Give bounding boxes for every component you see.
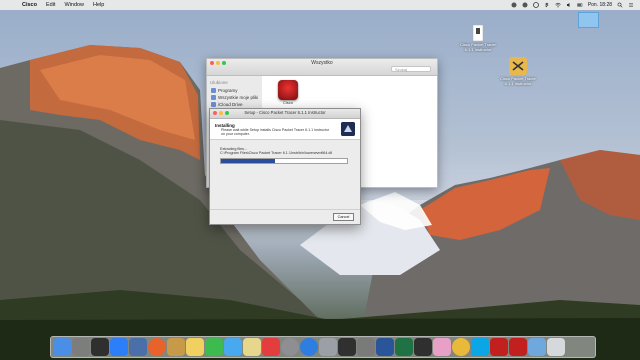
photos-icon[interactable] <box>433 338 451 356</box>
desktop-icon-label: Cisco Packet Tracer 6.1.1 Instructor <box>460 42 496 52</box>
sidebar-header: Ulubione <box>210 80 228 85</box>
sidebar-item-programy[interactable]: Programy <box>207 87 262 94</box>
installer-body: Extracting files... C:\Program Files\Cis… <box>210 140 360 168</box>
all-files-icon <box>211 95 216 100</box>
volume-icon[interactable] <box>566 2 572 8</box>
bluetooth-icon[interactable] <box>544 2 550 8</box>
cisco-icon[interactable] <box>509 338 527 356</box>
file-label: Cisco <box>282 100 293 105</box>
iphoto-icon[interactable] <box>167 338 185 356</box>
applications-icon <box>211 88 216 93</box>
skype-icon[interactable] <box>471 338 489 356</box>
installer-header: Installing Please wait while Setup insta… <box>210 119 360 140</box>
installer-title: Setup - Cisco Packet Tracer 6.1.1 Instru… <box>244 110 326 115</box>
icloud-icon <box>211 102 216 107</box>
packet-tracer-app-icon <box>278 80 298 100</box>
disk-utility-icon[interactable] <box>319 338 337 356</box>
document-icon <box>472 24 484 42</box>
menu-help[interactable]: Help <box>93 2 104 8</box>
disk-image-icon <box>509 57 527 75</box>
desktop-icon-packet-tracer-volume[interactable]: Cisco Packet Tracer 6.1.1 Instructor <box>496 56 540 86</box>
app-store-icon[interactable] <box>110 338 128 356</box>
menu-bar: Cisco Edit Window Help Pon. 18:28 <box>0 0 640 10</box>
firefox-icon[interactable] <box>148 338 166 356</box>
drive-icon[interactable] <box>578 12 599 28</box>
menu-edit[interactable]: Edit <box>46 2 55 8</box>
excel-icon[interactable] <box>395 338 413 356</box>
dashboard-icon[interactable] <box>91 338 109 356</box>
preview-icon[interactable] <box>129 338 147 356</box>
wifi-icon[interactable] <box>555 2 561 8</box>
current-file-path: C:\Program Files\Cisco Packet Tracer 6.1… <box>220 151 333 155</box>
safari-icon[interactable] <box>300 338 318 356</box>
facetime-icon[interactable] <box>205 338 223 356</box>
install-progress-fill <box>221 159 276 163</box>
notes-icon[interactable] <box>186 338 204 356</box>
desktop-icon-label: Cisco Packet Tracer 6.1.1 Instructor <box>500 76 536 86</box>
install-progress-bar <box>220 158 348 164</box>
iterm-icon[interactable] <box>414 338 432 356</box>
clock[interactable]: Pon. 18:28 <box>588 2 612 8</box>
finder-icon[interactable] <box>53 338 71 356</box>
trash-icon[interactable] <box>547 338 565 356</box>
finder-titlebar: Wszystko Szukaj <box>207 59 437 76</box>
cancel-button[interactable]: Cancel <box>333 213 354 221</box>
stickies-icon[interactable] <box>243 338 261 356</box>
word-icon[interactable] <box>376 338 394 356</box>
installer-logo-icon <box>341 122 355 136</box>
installer-dialog: Setup - Cisco Packet Tracer 6.1.1 Instru… <box>209 108 361 225</box>
desktop-icon-packet-tracer-file[interactable]: Cisco Packet Tracer 6.1.1 Instructor <box>456 24 500 52</box>
trash-folder-icon[interactable] <box>528 338 546 356</box>
system-preferences-icon[interactable] <box>281 338 299 356</box>
menu-extras: Pon. 18:28 <box>511 0 634 10</box>
messages-icon[interactable] <box>224 338 242 356</box>
battery-icon[interactable] <box>577 2 583 8</box>
desktop: Cisco Edit Window Help Pon. 18:28 Cisco … <box>0 0 640 360</box>
terminal-icon[interactable] <box>338 338 356 356</box>
installer-footer: Cancel <box>210 209 360 224</box>
installer-subheading: Please wait while Setup installs Cisco P… <box>221 128 330 137</box>
keychain-icon[interactable] <box>357 338 375 356</box>
time-machine-icon[interactable] <box>532 2 539 8</box>
launchpad-icon[interactable] <box>72 338 90 356</box>
menu-app-name[interactable]: Cisco <box>22 2 37 8</box>
notification-center-icon[interactable] <box>628 2 634 8</box>
calendar-icon[interactable] <box>262 338 280 356</box>
menu-window[interactable]: Window <box>64 2 84 8</box>
sidebar-item-all-files[interactable]: Wszystkie moje pliki <box>207 94 262 101</box>
sidebar-item-icloud[interactable]: iCloud Drive <box>207 101 262 108</box>
skype-tray-icon[interactable] <box>522 2 528 8</box>
finder-search-input[interactable]: Szukaj <box>391 66 431 72</box>
spotlight-icon[interactable] <box>617 2 623 8</box>
shazam-icon[interactable] <box>511 2 517 8</box>
dock <box>50 336 596 358</box>
installer-titlebar: Setup - Cisco Packet Tracer 6.1.1 Instru… <box>210 109 360 119</box>
file-item-cisco[interactable]: Cisco <box>277 80 299 105</box>
chrome-icon[interactable] <box>452 338 470 356</box>
cisco-icon[interactable] <box>490 338 508 356</box>
